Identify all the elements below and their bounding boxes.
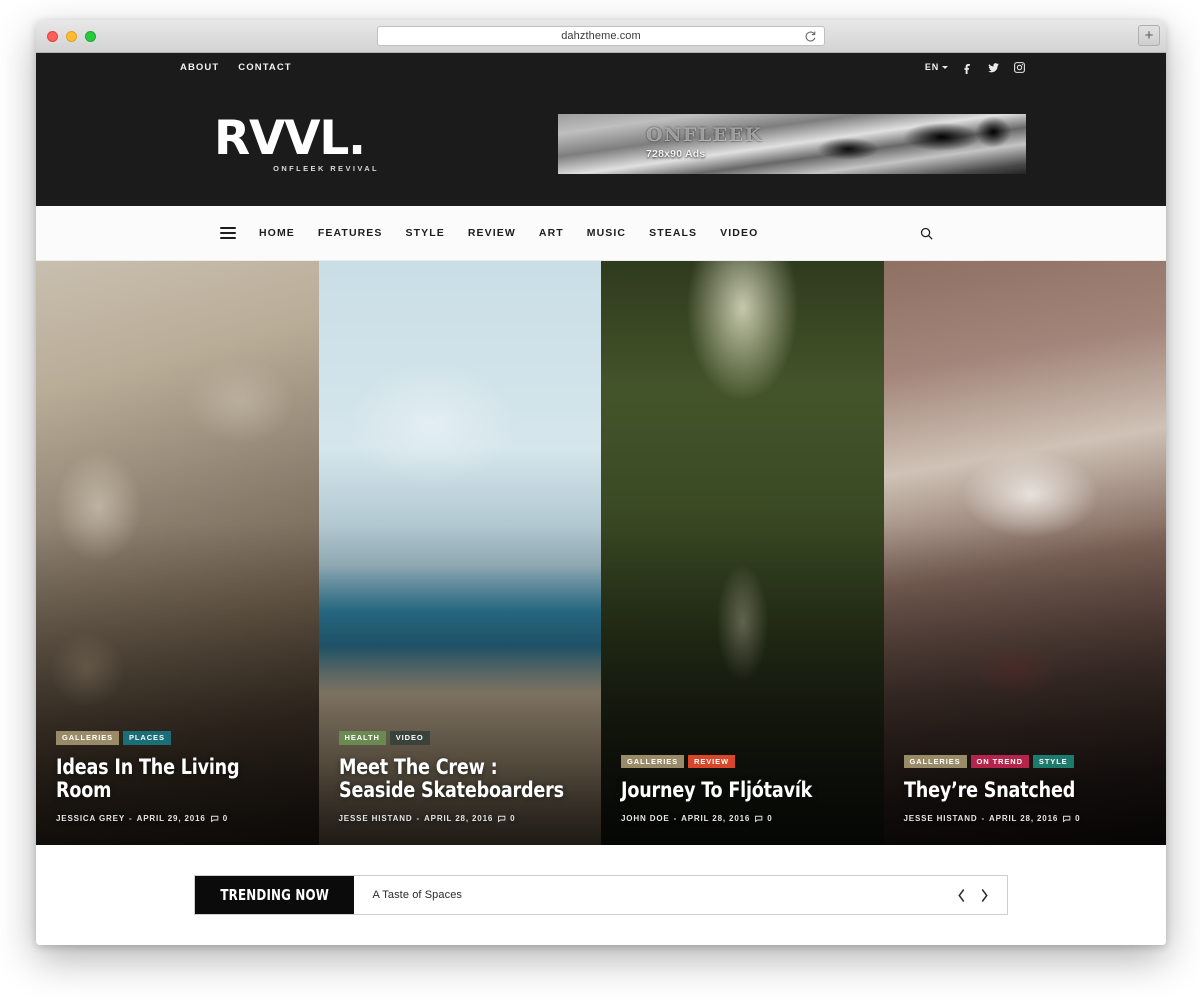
hero-card-theyre-snatched[interactable]: GALLERIES ON TREND STYLE They’re Snatche… — [883, 261, 1166, 845]
hero-card-ideas-in-the-living-room[interactable]: GALLERIES PLACES Ideas In The Living Roo… — [36, 261, 319, 845]
top-utility-bar: ABOUT CONTACT EN — [36, 53, 1166, 81]
trending-item[interactable]: A Taste of Spaces — [354, 876, 957, 914]
hero-card-tags: GALLERIES PLACES — [56, 731, 301, 745]
hero-card-comment-count: 0 — [222, 814, 228, 823]
hero-card-body: GALLERIES PLACES Ideas In The Living Roo… — [56, 731, 301, 823]
ad-banner[interactable]: ONFLEEK 728x90 Ads — [558, 113, 1026, 174]
site-logo[interactable]: RVVL. ONFLEEK REVIVAL — [176, 115, 536, 173]
meta-separator: - — [673, 814, 678, 823]
hero-card-date: APRIL 28, 2016 — [424, 814, 494, 823]
ad-banner-text: ONFLEEK 728x90 Ads — [646, 124, 763, 160]
minimize-window-button[interactable] — [66, 31, 77, 42]
nav-item-video[interactable]: VIDEO — [720, 227, 758, 239]
traffic-lights — [47, 31, 96, 42]
meta-separator: - — [129, 814, 133, 823]
instagram-icon[interactable] — [1013, 61, 1026, 74]
trending-now-label: TRENDING NOW — [195, 876, 355, 914]
hero-card-tags: GALLERIES ON TREND STYLE — [903, 754, 1149, 769]
hero-card-meta: JESSE HISTAND - APRIL 28, 2016 0 — [339, 814, 584, 823]
hero-card-author: JESSE HISTAND — [338, 814, 413, 823]
reload-icon[interactable] — [804, 30, 817, 43]
nav-item-art[interactable]: ART — [539, 227, 564, 239]
hero-card-meta: JOHN DOE - APRIL 28, 2016 0 — [621, 814, 866, 823]
hero-card-meta: JESSICA GREY - APRIL 29, 2016 0 — [56, 814, 301, 823]
meta-separator: - — [981, 814, 986, 823]
hero-grid: GALLERIES PLACES Ideas In The Living Roo… — [36, 261, 1166, 845]
browser-window: dahztheme.com + ABOUT CONTACT EN RVVL. O… — [36, 20, 1166, 945]
hamburger-icon[interactable] — [220, 227, 236, 239]
twitter-icon[interactable] — [987, 61, 1000, 74]
new-tab-button[interactable]: + — [1138, 25, 1160, 46]
close-window-button[interactable] — [47, 31, 58, 42]
hero-card-meet-the-crew-seaside-skateboarders[interactable]: HEALTH VIDEO Meet The Crew : Seaside Ska… — [318, 261, 601, 845]
ad-banner-image — [558, 113, 1026, 174]
hero-card-comment-count: 0 — [1075, 814, 1081, 823]
trending-nav — [957, 876, 1007, 914]
tag-galleries[interactable]: GALLERIES — [621, 754, 685, 769]
nav-items: HOME FEATURES STYLE REVIEW ART MUSIC STE… — [176, 227, 758, 239]
hero-card-tags: GALLERIES REVIEW — [621, 754, 866, 769]
trending-bar: TRENDING NOW A Taste of Spaces — [194, 875, 1008, 915]
tag-galleries[interactable]: GALLERIES — [56, 731, 120, 745]
topbar-link-contact[interactable]: CONTACT — [238, 62, 291, 73]
tag-galleries[interactable]: GALLERIES — [903, 754, 967, 769]
hero-card-journey-to-fljotavik[interactable]: GALLERIES REVIEW Journey To Fljótavík JO… — [601, 261, 884, 845]
hero-card-author: JESSICA GREY — [56, 814, 126, 823]
url-text: dahztheme.com — [561, 30, 641, 42]
hero-card-date: APRIL 28, 2016 — [681, 814, 751, 823]
chevron-right-icon[interactable] — [980, 888, 989, 902]
hero-card-tags: HEALTH VIDEO — [338, 731, 584, 745]
hero-card-title: Journey To Fljótavík — [621, 778, 813, 803]
hero-card-date: APRIL 29, 2016 — [136, 814, 206, 823]
hero-card-author: JESSE HISTAND — [903, 814, 978, 823]
nav-item-home[interactable]: HOME — [259, 227, 295, 239]
main-navigation: HOME FEATURES STYLE REVIEW ART MUSIC STE… — [36, 206, 1166, 261]
maximize-window-button[interactable] — [85, 31, 96, 42]
top-utility-links: ABOUT CONTACT — [180, 62, 292, 73]
nav-item-style[interactable]: STYLE — [406, 227, 445, 239]
tag-review[interactable]: REVIEW — [688, 754, 736, 769]
tag-places[interactable]: PLACES — [123, 731, 171, 745]
nav-item-review[interactable]: REVIEW — [468, 227, 516, 239]
trending-section: TRENDING NOW A Taste of Spaces — [36, 845, 1166, 945]
logo-wordmark: RVVL. — [214, 110, 366, 166]
facebook-icon[interactable] — [961, 61, 974, 74]
hero-card-meta: JESSE HISTAND - APRIL 28, 2016 0 — [904, 814, 1149, 823]
language-label: EN — [924, 62, 939, 72]
hero-card-title: They’re Snatched — [903, 778, 1075, 803]
hero-card-body: GALLERIES REVIEW Journey To Fljótavík JO… — [621, 754, 866, 823]
comment-icon — [210, 814, 219, 823]
language-selector[interactable]: EN — [925, 62, 948, 72]
hero-card-body: GALLERIES ON TREND STYLE They’re Snatche… — [903, 754, 1149, 823]
tag-on-trend[interactable]: ON TREND — [970, 754, 1029, 769]
topbar-link-about[interactable]: ABOUT — [180, 62, 219, 73]
nav-item-features[interactable]: FEATURES — [318, 227, 383, 239]
hero-card-comment-count: 0 — [510, 814, 516, 823]
hero-card-title: Ideas In The Living Room — [56, 754, 240, 803]
hero-card-title: Meet The Crew : Seaside Skateboarders — [338, 754, 564, 803]
ad-banner-subtitle: 728x90 Ads — [646, 147, 706, 160]
chevron-down-icon — [942, 65, 948, 69]
nav-item-music[interactable]: MUSIC — [587, 227, 626, 239]
hero-card-date: APRIL 28, 2016 — [989, 814, 1059, 823]
browser-chrome: dahztheme.com + — [36, 20, 1166, 53]
comment-icon — [754, 814, 763, 823]
website-viewport: ABOUT CONTACT EN RVVL. ONFLEEK REVIVAL O… — [36, 53, 1166, 945]
search-icon[interactable] — [919, 226, 934, 241]
top-utility-right: EN — [925, 61, 1166, 74]
masthead: RVVL. ONFLEEK REVIVAL ONFLEEK 728x90 Ads — [36, 81, 1166, 206]
comment-icon — [497, 814, 506, 823]
ad-banner-title: ONFLEEK — [646, 123, 763, 146]
hero-card-body: HEALTH VIDEO Meet The Crew : Seaside Ska… — [338, 731, 584, 823]
url-bar[interactable]: dahztheme.com — [377, 26, 825, 46]
comment-icon — [1062, 814, 1071, 823]
hero-card-author: JOHN DOE — [621, 814, 670, 823]
meta-separator: - — [416, 814, 421, 823]
tag-health[interactable]: HEALTH — [338, 731, 386, 745]
nav-item-steals[interactable]: STEALS — [649, 227, 697, 239]
tag-style[interactable]: STYLE — [1032, 754, 1074, 769]
chevron-left-icon[interactable] — [957, 888, 966, 902]
hero-card-comment-count: 0 — [767, 814, 773, 823]
tag-video[interactable]: VIDEO — [389, 731, 430, 745]
